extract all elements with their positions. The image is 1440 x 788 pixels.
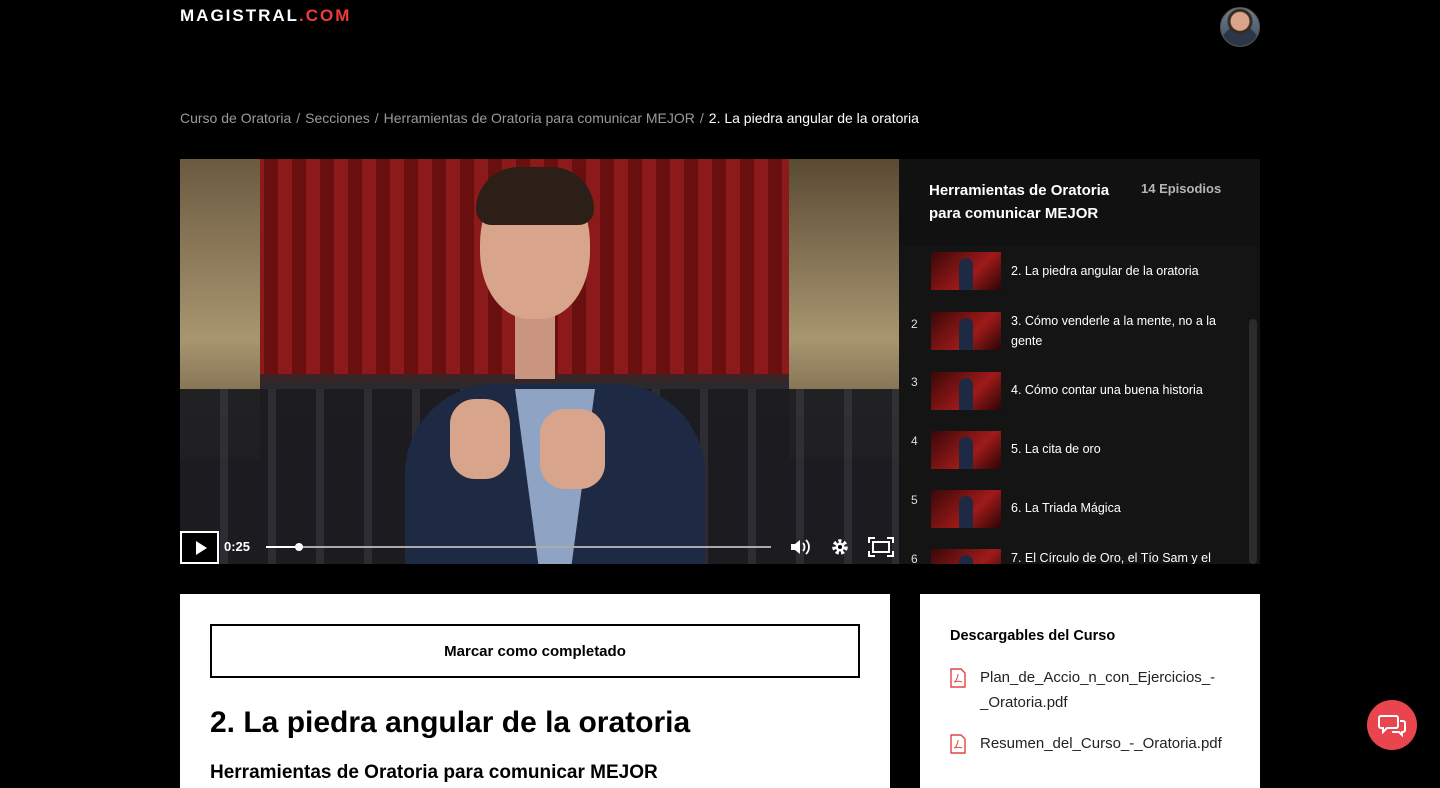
episode-thumbnail — [931, 549, 1001, 564]
episode-thumbnail — [931, 490, 1001, 528]
downloads-title: Descargables del Curso — [950, 628, 1116, 644]
user-avatar[interactable] — [1220, 7, 1260, 47]
volume-icon[interactable] — [789, 537, 811, 557]
episode-thumbnail — [931, 431, 1001, 469]
video-frame-speaker-hand — [450, 399, 510, 479]
episode-count: 14 Episodios — [1141, 181, 1222, 196]
video-frame-speaker-hand — [540, 409, 605, 489]
episode-number: 2 — [911, 317, 918, 331]
progress-fill — [266, 546, 299, 548]
progress-thumb[interactable] — [294, 543, 303, 551]
progress-bar[interactable] — [266, 543, 771, 551]
lesson-title: 2. La piedra angular de la oratoria — [210, 706, 691, 739]
episode-title: 4. Cómo contar una buena historia — [1011, 383, 1203, 397]
episode-thumbnail-figure — [959, 378, 973, 410]
pdf-file-icon — [950, 668, 966, 688]
fullscreen-icon[interactable] — [868, 537, 894, 557]
breadcrumb-separator: / — [296, 110, 301, 126]
episode-thumbnail — [931, 252, 1001, 290]
episode-title: 2. La piedra angular de la oratoria — [1011, 264, 1199, 278]
episode-thumbnail-figure — [959, 437, 973, 469]
episode-title: 3. Cómo venderle a la mente, no a la gen… — [1011, 314, 1216, 348]
episode-number: 5 — [911, 493, 918, 507]
current-time: 0:25 — [224, 539, 251, 554]
breadcrumb-separator: / — [374, 110, 379, 126]
episode-item[interactable]: 3 4. Cómo contar una buena historia — [899, 372, 1244, 422]
episode-number: 4 — [911, 434, 918, 448]
downloads-card: Descargables del Curso Plan_de_Accio_n_c… — [920, 594, 1260, 788]
breadcrumb-separator: / — [699, 110, 704, 126]
playlist-scrollbar[interactable] — [1249, 319, 1257, 564]
pdf-file-icon — [950, 734, 966, 754]
breadcrumb-sections[interactable]: Secciones — [305, 110, 370, 126]
episode-thumbnail-figure — [959, 496, 973, 528]
download-file-name: Plan_de_Accio_n_con_Ejercicios_-_Oratori… — [980, 669, 1216, 711]
episode-item[interactable]: 6 7. El Círculo de Oro, el Tío Sam y el — [899, 549, 1244, 564]
episode-item[interactable]: 2. La piedra angular de la oratoria — [899, 251, 1244, 301]
gear-icon[interactable] — [829, 537, 851, 557]
episode-item[interactable]: 5 6. La Triada Mágica — [899, 490, 1244, 540]
playlist-title: Herramientas de Oratoria para comunicar … — [929, 182, 1110, 222]
download-file-name: Resumen_del_Curso_-_Oratoria.pdf — [980, 735, 1222, 752]
lesson-card: Marcar como completado 2. La piedra angu… — [180, 594, 890, 788]
episode-number: 6 — [911, 552, 918, 564]
play-icon — [195, 540, 207, 555]
episode-number: 3 — [911, 375, 918, 389]
breadcrumb-current: 2. La piedra angular de la oratoria — [708, 110, 919, 126]
episode-thumbnail — [931, 372, 1001, 410]
breadcrumb: Curso de Oratoria / Secciones / Herramientas… — [180, 110, 919, 126]
video-frame-speaker-hair — [476, 167, 594, 225]
play-button[interactable] — [180, 531, 219, 564]
episode-thumbnail-figure — [959, 555, 973, 564]
episode-title: 5. La cita de oro — [1011, 442, 1101, 456]
site-logo[interactable]: MAGISTRAL.COM — [180, 6, 351, 26]
breadcrumb-section[interactable]: Herramientas de Oratoria para comunicar … — [384, 110, 695, 126]
video-frame-speaker-neck — [515, 309, 555, 379]
episode-playlist: Herramientas de Oratoria para comunicar … — [899, 159, 1260, 564]
episode-thumbnail — [931, 312, 1001, 350]
chat-bubbles-icon — [1378, 715, 1406, 737]
player-controls: 0:25 — [180, 530, 899, 564]
playlist-header: Herramientas de Oratoria para comunicar … — [899, 159, 1260, 246]
episode-item[interactable]: 2 3. Cómo venderle a la mente, no a la g… — [899, 309, 1244, 359]
breadcrumb-course[interactable]: Curso de Oratoria — [180, 110, 291, 126]
section-title: Herramientas de Oratoria para comunicar … — [210, 762, 658, 783]
episode-thumbnail-figure — [959, 258, 973, 290]
episode-title: 7. El Círculo de Oro, el Tío Sam y el — [1011, 551, 1211, 564]
chat-button[interactable] — [1367, 700, 1417, 750]
video-player[interactable]: 0:25 — [180, 159, 899, 564]
episode-title: 6. La Triada Mágica — [1011, 501, 1121, 515]
mark-complete-button[interactable]: Marcar como completado — [210, 624, 860, 678]
episode-thumbnail-figure — [959, 318, 973, 350]
episode-item[interactable]: 4 5. La cita de oro — [899, 431, 1244, 481]
